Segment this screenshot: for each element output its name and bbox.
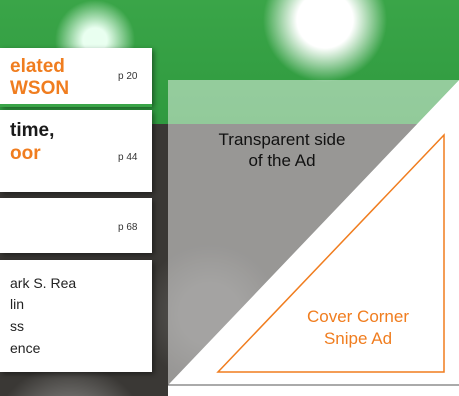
snipe-ad-label-line2: Snipe Ad — [323, 329, 393, 348]
transparent-side-label-line2: of the Ad — [248, 151, 316, 170]
transparent-side-label-line1: Transparent side — [218, 130, 346, 149]
magazine-cover-mockup: elated WSON p 20 time, oor p 44 p 68 ark… — [0, 0, 459, 396]
snipe-ad-label-line1: Cover Corner — [306, 307, 410, 326]
